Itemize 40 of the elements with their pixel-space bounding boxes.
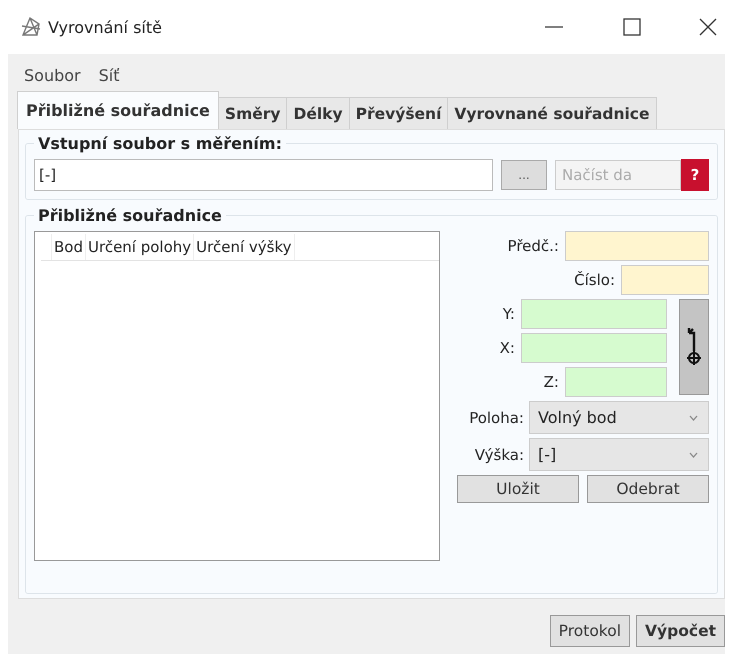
input-field[interactable] xyxy=(621,265,709,295)
dropdown[interactable]: Volný bod xyxy=(529,401,709,434)
group-title: Vstupní soubor s měřením: xyxy=(37,134,283,153)
column-header[interactable]: Bod xyxy=(52,234,86,260)
input-field[interactable] xyxy=(521,333,667,363)
field-label: Předč.: xyxy=(508,237,559,255)
field-label: Poloha: xyxy=(469,408,524,426)
tab[interactable]: Směry xyxy=(218,97,288,129)
tab[interactable]: Převýšení xyxy=(348,97,448,129)
file-field[interactable]: [-] xyxy=(34,159,493,191)
tab[interactable]: Délky xyxy=(286,97,350,129)
footer-button[interactable]: Výpočet xyxy=(636,615,725,647)
footer-button[interactable]: Protokol xyxy=(550,615,630,647)
menu-item[interactable]: Síť xyxy=(98,66,120,85)
field-label: Z: xyxy=(544,373,559,391)
action-button[interactable]: Uložit xyxy=(457,475,579,503)
action-button[interactable]: Odebrat xyxy=(587,475,709,503)
maximize-icon[interactable] xyxy=(623,18,641,36)
tab[interactable]: Vyrovnané souřadnice xyxy=(447,97,656,129)
input-field[interactable] xyxy=(565,367,667,397)
field-label: Číslo: xyxy=(574,271,615,289)
chevron-down-icon xyxy=(689,414,698,420)
dropdown[interactable]: [-] xyxy=(529,438,709,471)
group-title: Přibližné souřadnice xyxy=(37,206,223,225)
chevron-down-icon xyxy=(689,452,698,458)
field-label: X: xyxy=(500,339,515,357)
input-field[interactable] xyxy=(565,231,709,261)
pick-point-button[interactable] xyxy=(679,299,709,395)
field-label: Y: xyxy=(502,305,515,323)
field-label: Výška: xyxy=(474,446,524,464)
help-button[interactable]: ? xyxy=(681,159,709,191)
input-field[interactable] xyxy=(521,299,667,329)
column-header[interactable]: Určení výšky xyxy=(194,234,295,260)
tab[interactable]: Přibližné souřadnice xyxy=(17,91,219,129)
browse-button[interactable]: ... xyxy=(501,160,547,190)
menu-item[interactable]: Soubor xyxy=(24,66,81,85)
window-title: Vyrovnání sítě xyxy=(48,18,162,36)
close-icon[interactable] xyxy=(699,18,717,36)
network-icon xyxy=(20,16,42,38)
column-header[interactable]: Určení polohy xyxy=(86,234,194,260)
